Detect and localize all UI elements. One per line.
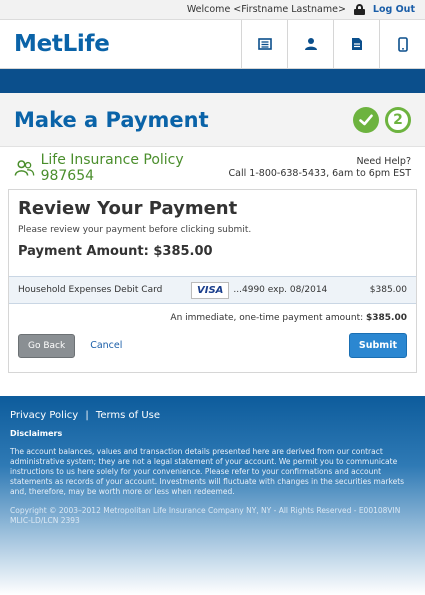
submit-button[interactable]: Submit [348, 333, 407, 358]
confirm-text: An immediate, one-time payment amount: $… [9, 304, 416, 329]
go-back-button[interactable]: Go Back [18, 333, 76, 358]
footer-links: Privacy Policy | Terms of Use [10, 410, 415, 421]
confirm-prefix: An immediate, one-time payment amount: [170, 313, 366, 323]
people-icon [14, 160, 35, 176]
metlife-logo[interactable]: MetLife [0, 20, 241, 68]
row-amount: $385.00 [369, 285, 407, 295]
nav-documents[interactable] [333, 20, 379, 68]
cancel-link[interactable]: Cancel [90, 340, 349, 351]
help-title: Need Help? [356, 156, 411, 167]
document-icon [351, 38, 362, 50]
disclaimers-heading: Disclaimers [10, 429, 63, 438]
payment-amount: Payment Amount: $385.00 [18, 244, 213, 259]
person-icon [304, 38, 317, 50]
nav-statements[interactable] [241, 20, 287, 68]
confirm-amount: $385.00 [366, 313, 407, 323]
policy-name: Life Insurance Policy 987654 [40, 152, 184, 184]
disclaimer-text: The account balances, values and transac… [10, 447, 405, 496]
review-subtitle: Please review your payment before clicki… [18, 225, 252, 235]
site-header: MetLife [0, 20, 425, 69]
terms-of-use-link[interactable]: Terms of Use [96, 410, 160, 421]
page-title: Make a Payment [14, 107, 209, 132]
mobile-icon [397, 36, 408, 52]
copyright-text: Copyright © 2003–2012 Metropolitan Life … [10, 506, 401, 525]
visa-icon: VISA [191, 281, 230, 299]
footer-separator: | [85, 410, 89, 421]
welcome-text: Welcome <Firstname Lastname> [186, 4, 346, 15]
site-footer: Privacy Policy | Terms of Use Disclaimer… [0, 396, 425, 595]
card-details: ...4990 exp. 08/2014 [233, 285, 328, 295]
review-card: Review Your Payment Please review your p… [8, 189, 417, 373]
page-title-bar: Make a Payment 2 [0, 93, 425, 147]
account-name: Household Expenses Debit Card [18, 285, 163, 295]
help-info: Need Help? Call 1-800-638-5433, 6am to 6… [229, 156, 411, 180]
lock-icon [353, 4, 365, 15]
utility-bar: Welcome <Firstname Lastname> Log Out [0, 0, 425, 20]
help-phone[interactable]: Call 1-800-638-5433, 6am to 6pm EST [229, 168, 411, 180]
nav-bar [0, 69, 425, 93]
step-complete-icon [353, 106, 379, 133]
button-row: Go Back Cancel Submit [9, 329, 416, 372]
policy-row: Life Insurance Policy 987654 Need Help? … [0, 147, 425, 189]
nav-profile[interactable] [287, 20, 333, 68]
nav-mobile[interactable] [379, 20, 425, 68]
step-current-indicator: 2 [385, 106, 411, 133]
logout-link[interactable]: Log Out [373, 4, 415, 15]
payment-method-row: Household Expenses Debit Card VISA ...49… [9, 276, 416, 304]
privacy-policy-link[interactable]: Privacy Policy [10, 410, 78, 421]
review-title: Review Your Payment [18, 198, 238, 219]
policy-info: Life Insurance Policy 987654 [14, 152, 229, 184]
statement-icon [257, 38, 272, 50]
